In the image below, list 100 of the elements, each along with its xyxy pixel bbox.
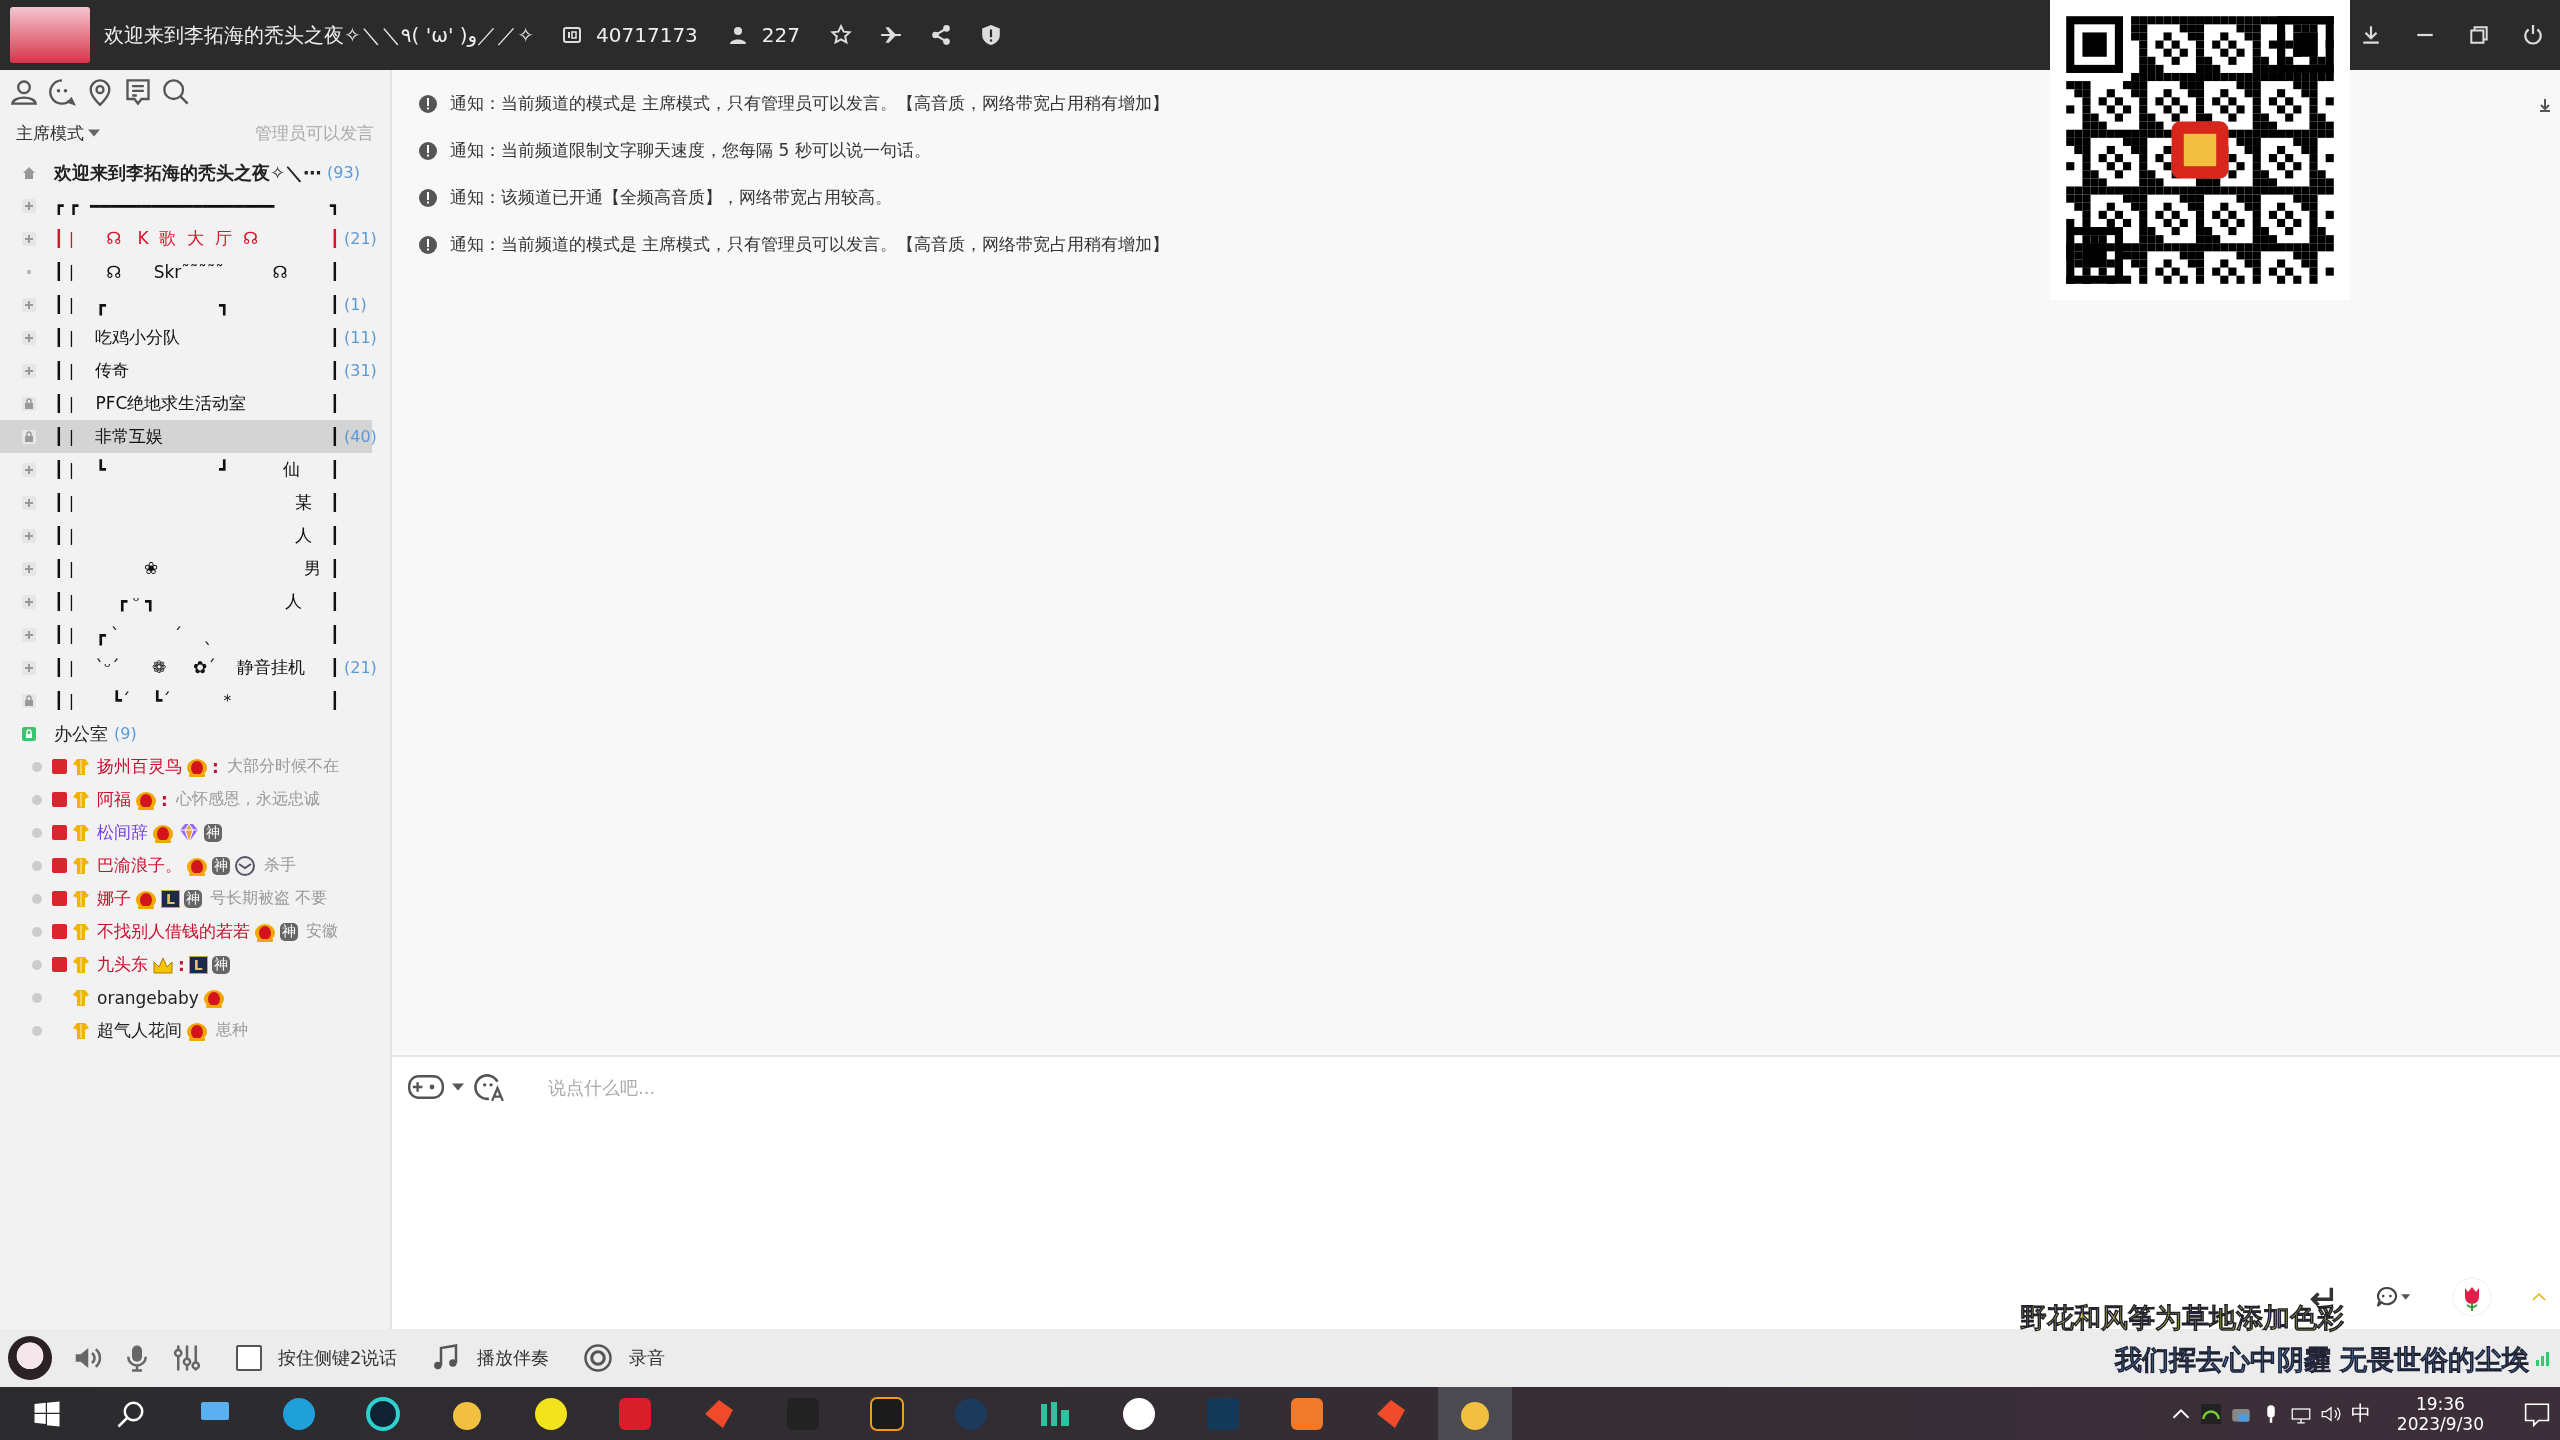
clock-time[interactable]: 19:36 xyxy=(2415,1393,2465,1414)
restore-icon[interactable] xyxy=(2468,24,2490,46)
download-icon[interactable] xyxy=(2360,24,2382,46)
channel-row[interactable]: ┃ | ˋᵕˊ ❁ ✿ˊ 静音挂机 ┃ (21) xyxy=(0,651,390,684)
status-dot-icon xyxy=(32,926,42,937)
lock-icon xyxy=(22,429,36,444)
channel-row[interactable]: ┃ | PFC绝地求生活动室 ┃ xyxy=(0,387,390,420)
notification-icon[interactable] xyxy=(2524,1400,2550,1427)
frame-text: ┃ | xyxy=(54,427,76,446)
expand-icon[interactable] xyxy=(22,297,36,312)
gauge-icon[interactable] xyxy=(2200,1403,2221,1424)
channel-name[interactable]: 办公室 xyxy=(54,721,108,746)
frame-text: ┃ xyxy=(330,229,338,248)
status-dot-icon xyxy=(32,761,42,772)
frame-text: ┃ xyxy=(330,559,338,578)
user-name[interactable]: 娜子 xyxy=(97,887,131,910)
user-name[interactable]: 超气人花间 xyxy=(97,1019,182,1042)
mode-dropdown[interactable]: 主席模式 xyxy=(16,121,100,145)
expand-icon[interactable] xyxy=(22,627,36,642)
channel-row[interactable]: ┃ | 传奇 ┃ (31) xyxy=(0,354,390,387)
user-signature: 安徽 xyxy=(306,921,338,942)
frame-text: ┃ | xyxy=(54,592,76,611)
expand-icon[interactable] xyxy=(22,330,36,345)
chat-input[interactable]: 说点什么吧... xyxy=(546,1075,1150,1099)
power-icon[interactable] xyxy=(2522,24,2544,46)
channel-avatar[interactable] xyxy=(10,7,90,63)
channel-row[interactable]: ┃ | ┏ ˋ ˊ ˎ ┃ xyxy=(0,618,390,651)
channel-row[interactable]: ┃ | ❀ 男 ┃ xyxy=(0,552,390,585)
record-icon xyxy=(583,1343,614,1373)
channel-row[interactable]: ┃ | 吃鸡小分队 ┃ (11) xyxy=(0,321,390,354)
report-icon[interactable] xyxy=(980,24,1002,46)
channel-title: 欢迎来到李拓海的秃头之夜✧＼＼٩( 'ω' )و／／✧ xyxy=(104,21,535,49)
frame-text: ┃ | xyxy=(54,394,76,413)
plane-icon[interactable] xyxy=(880,24,902,46)
expand-icon[interactable] xyxy=(22,495,36,510)
user-signature: 杀手 xyxy=(264,855,296,876)
app-icon[interactable] xyxy=(869,1395,905,1432)
channel-row[interactable]: ┃ | 某 ┃ xyxy=(0,486,390,519)
channel-id: 40717173 xyxy=(596,23,698,47)
chat-face-icon[interactable] xyxy=(48,78,76,106)
push-to-talk-checkbox[interactable] xyxy=(236,1345,262,1371)
share-icon[interactable] xyxy=(930,24,952,46)
online-count: 227 xyxy=(761,23,800,47)
expand-icon[interactable] xyxy=(22,561,36,576)
channel-row[interactable]: ┃ | ┗ ┛ 仙 ┃ xyxy=(0,453,390,486)
star-icon[interactable] xyxy=(830,24,852,46)
user-name[interactable]: 松间辞 xyxy=(97,821,148,844)
desktop-lyric-line: 野花和风筝为草地添加色彩 xyxy=(2020,1301,2345,1335)
user-name[interactable]: orangebaby xyxy=(97,987,199,1008)
frame-text: ┃ xyxy=(330,328,338,347)
user-name[interactable]: 阿福 xyxy=(97,788,131,811)
user-count: (1) xyxy=(344,295,367,314)
expand-icon[interactable] xyxy=(22,660,36,675)
frame-text: ┃ xyxy=(330,394,338,413)
equalizer-icon[interactable] xyxy=(172,1343,202,1373)
expand-icon[interactable] xyxy=(22,231,36,246)
user-avatar[interactable] xyxy=(8,1336,52,1380)
expand-icon[interactable] xyxy=(22,363,36,378)
frame-text: ┃ | xyxy=(54,328,76,347)
channel-name: ☊ Skr˜˜˜˜˜ ☊ xyxy=(105,261,289,282)
title-badge: 神 xyxy=(204,823,222,842)
game-badge: L xyxy=(188,955,208,974)
input-method-indicator[interactable]: 中 xyxy=(2350,1400,2371,1427)
channel-name: 传奇 xyxy=(94,359,131,382)
user-name[interactable]: 九头东 xyxy=(97,953,148,976)
accompaniment-button[interactable]: 播放伴奏 xyxy=(431,1343,550,1373)
flower-avatar-icon[interactable] xyxy=(2452,1277,2492,1317)
channel-row[interactable]: ┃ | ┗ˊ ┗ˊ ＊ ┃ xyxy=(0,684,390,717)
desktop-lyric-line: 我们挥去心中阴霾 无畏世俗的尘埃 xyxy=(2115,1343,2530,1377)
expand-icon[interactable] xyxy=(22,198,36,213)
app-icon[interactable] xyxy=(1121,1395,1157,1432)
user-name[interactable]: 巴渝浪子。 xyxy=(97,854,182,877)
expand-icon[interactable] xyxy=(22,462,36,477)
user-count: (21) xyxy=(344,229,377,248)
channel-row[interactable]: ┃ | ┏ ┓ ┃ (1) xyxy=(0,288,390,321)
app-icon[interactable] xyxy=(533,1395,569,1432)
app-icon[interactable] xyxy=(365,1395,401,1432)
frame-text: ┃ | xyxy=(54,658,76,677)
user-icon[interactable] xyxy=(10,78,38,106)
list-board-icon[interactable] xyxy=(124,78,152,106)
caret-icon[interactable] xyxy=(452,1083,464,1091)
channel-row[interactable]: ┏ ┏ ━━━━━━━━━━━━━━━━━━ ┓ xyxy=(0,189,390,222)
record-button[interactable]: 录音 xyxy=(583,1343,666,1373)
channel-row[interactable]: ┃ | ┏ ᵕ ┓ 人 ┃ xyxy=(0,585,390,618)
channel-row[interactable]: ┃ | ☊ K 歌 大 厅 ☊ ┃ (21) xyxy=(0,222,390,255)
expand-icon[interactable] xyxy=(22,528,36,543)
frame-text: ┃ | xyxy=(54,229,76,248)
arrow-down-icon[interactable] xyxy=(2538,98,2552,112)
channel-row[interactable]: ┃ | 人 ┃ xyxy=(0,519,390,552)
separator: : xyxy=(161,789,168,810)
frame-text: ┓ xyxy=(330,196,338,215)
clock-date[interactable]: 2023/9/30 xyxy=(2396,1413,2484,1434)
medal-icon xyxy=(71,921,91,942)
user-name[interactable]: 扬州百灵鸟 xyxy=(97,755,182,778)
user-name[interactable]: 不找别人借钱的若若 xyxy=(97,920,250,943)
channel-row[interactable]: ┃ | ☊ Skr˜˜˜˜˜ ☊ ┃ xyxy=(0,255,390,288)
root-channel-name[interactable]: 欢迎来到李拓海的秃头之夜✧＼⋯ xyxy=(54,160,322,185)
expand-icon[interactable] xyxy=(22,594,36,609)
medal-icon xyxy=(71,756,91,777)
search-icon[interactable] xyxy=(162,78,190,106)
